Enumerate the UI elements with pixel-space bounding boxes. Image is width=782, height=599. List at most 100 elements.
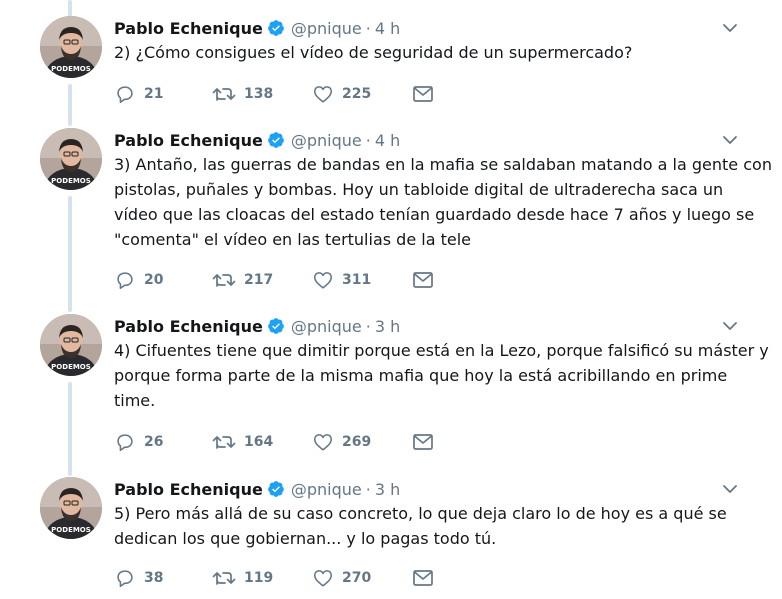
verified-badge-icon — [267, 481, 284, 497]
envelope-icon — [413, 434, 433, 450]
chevron-down-icon[interactable] — [720, 130, 740, 150]
reply-icon — [117, 86, 133, 104]
retweet-icon — [212, 436, 236, 449]
like-button[interactable]: 269 — [312, 430, 412, 454]
timestamp[interactable]: 3 h — [375, 317, 400, 336]
tweet[interactable]: PODEMOS Pablo Echenique @pnique · 3 h 5)… — [0, 477, 782, 597]
reply-icon — [117, 272, 133, 290]
reply-button[interactable]: 38 — [114, 566, 212, 590]
separator-dot: · — [365, 130, 371, 150]
retweet-count: 164 — [244, 434, 274, 450]
reply-count: 21 — [144, 86, 164, 102]
tweet-header: Pablo Echenique @pnique · 4 h — [114, 17, 400, 39]
like-button[interactable]: 225 — [312, 82, 412, 106]
chevron-down-icon[interactable] — [720, 18, 740, 38]
retweet-count: 217 — [244, 272, 274, 288]
retweet-count: 138 — [244, 86, 274, 102]
reply-count: 38 — [144, 570, 164, 586]
envelope-icon — [413, 272, 433, 288]
timestamp[interactable]: 4 h — [375, 131, 400, 150]
tweet-text: 2) ¿Cómo consigues el vídeo de seguridad… — [114, 40, 754, 65]
tweet-actions: 21 138 225 — [114, 82, 434, 106]
verified-badge-icon — [267, 132, 284, 148]
tweet-text: 5) Pero más allá de su caso concreto, lo… — [114, 501, 754, 551]
tweet-text-line: porque forma parte de la misma mafia que… — [114, 366, 728, 385]
like-count: 269 — [342, 434, 372, 450]
reply-button[interactable]: 26 — [114, 430, 212, 454]
tweet-header: Pablo Echenique @pnique · 3 h — [114, 478, 400, 500]
tweet-text-line: 2) ¿Cómo consigues el vídeo de seguridad… — [114, 43, 633, 62]
envelope-icon — [413, 570, 433, 586]
avatar[interactable]: PODEMOS — [40, 477, 102, 539]
avatar-image: PODEMOS — [40, 16, 102, 78]
like-button[interactable]: 311 — [312, 268, 412, 292]
author-name[interactable]: Pablo Echenique — [114, 317, 263, 336]
tweet-text-line: vídeo que las cloacas del estado tenían … — [114, 205, 755, 224]
author-handle[interactable]: @pnique — [291, 19, 362, 38]
reply-button[interactable]: 21 — [114, 82, 212, 106]
avatar-image: PODEMOS — [40, 477, 102, 539]
retweet-count: 119 — [244, 570, 274, 586]
retweet-button[interactable]: 217 — [212, 268, 312, 292]
avatar[interactable]: PODEMOS — [40, 128, 102, 190]
retweet-button[interactable]: 119 — [212, 566, 312, 590]
tweet[interactable]: PODEMOS Pablo Echenique @pnique · 4 h 2)… — [0, 16, 782, 116]
author-name[interactable]: Pablo Echenique — [114, 131, 263, 150]
reply-button[interactable]: 20 — [114, 268, 212, 292]
avatar[interactable]: PODEMOS — [40, 314, 102, 376]
heart-icon — [313, 272, 333, 289]
direct-message-button[interactable] — [412, 82, 434, 106]
timestamp[interactable]: 4 h — [375, 19, 400, 38]
author-handle[interactable]: @pnique — [291, 131, 362, 150]
avatar-badge: PODEMOS — [51, 363, 91, 371]
tweet-actions: 26 164 269 — [114, 430, 434, 454]
tweet-header: Pablo Echenique @pnique · 4 h — [114, 129, 400, 151]
retweet-icon — [212, 572, 236, 585]
timestamp[interactable]: 3 h — [375, 480, 400, 499]
tweet-actions: 38 119 270 — [114, 566, 434, 590]
tweet-text-line: 3) Antaño, las guerras de bandas en la m… — [114, 155, 772, 174]
author-name[interactable]: Pablo Echenique — [114, 19, 263, 38]
separator-dot: · — [365, 18, 371, 38]
like-count: 270 — [342, 570, 372, 586]
tweet-actions: 20 217 311 — [114, 268, 434, 292]
author-handle[interactable]: @pnique — [291, 317, 362, 336]
verified-badge-icon — [267, 20, 284, 36]
chevron-down-icon[interactable] — [720, 316, 740, 336]
separator-dot: · — [365, 479, 371, 499]
reply-count: 20 — [144, 272, 164, 288]
verified-badge-icon — [267, 318, 284, 334]
envelope-icon — [413, 86, 433, 102]
direct-message-button[interactable] — [412, 268, 434, 292]
separator-dot: · — [365, 316, 371, 336]
author-name[interactable]: Pablo Echenique — [114, 480, 263, 499]
reply-icon — [117, 434, 133, 452]
tweet[interactable]: PODEMOS Pablo Echenique @pnique · 3 h 4)… — [0, 314, 782, 464]
avatar-image: PODEMOS — [40, 128, 102, 190]
avatar-badge: PODEMOS — [51, 526, 91, 534]
avatar-badge: PODEMOS — [51, 177, 91, 185]
tweet[interactable]: PODEMOS Pablo Echenique @pnique · 4 h 3)… — [0, 128, 782, 303]
chevron-down-icon[interactable] — [720, 479, 740, 499]
tweet-text: 3) Antaño, las guerras de bandas en la m… — [114, 152, 772, 252]
heart-icon — [313, 570, 333, 587]
heart-icon — [313, 86, 333, 103]
retweet-button[interactable]: 164 — [212, 430, 312, 454]
tweet-text-line: 4) Cifuentes tiene que dimitir porque es… — [114, 341, 769, 360]
like-button[interactable]: 270 — [312, 566, 412, 590]
retweet-icon — [212, 88, 236, 101]
retweet-icon — [212, 274, 236, 287]
tweet-text: 4) Cifuentes tiene que dimitir porque es… — [114, 338, 769, 413]
retweet-button[interactable]: 138 — [212, 82, 312, 106]
tweet-text-line: 5) Pero más allá de su caso concreto, lo… — [114, 504, 727, 523]
reply-count: 26 — [144, 434, 164, 450]
author-handle[interactable]: @pnique — [291, 480, 362, 499]
avatar-image: PODEMOS — [40, 314, 102, 376]
heart-icon — [313, 434, 333, 451]
avatar[interactable]: PODEMOS — [40, 16, 102, 78]
direct-message-button[interactable] — [412, 430, 434, 454]
like-count: 311 — [342, 272, 372, 288]
avatar-badge: PODEMOS — [51, 65, 91, 73]
direct-message-button[interactable] — [412, 566, 434, 590]
tweet-text-line: dedican los que gobiernan... y lo pagas … — [114, 529, 497, 548]
